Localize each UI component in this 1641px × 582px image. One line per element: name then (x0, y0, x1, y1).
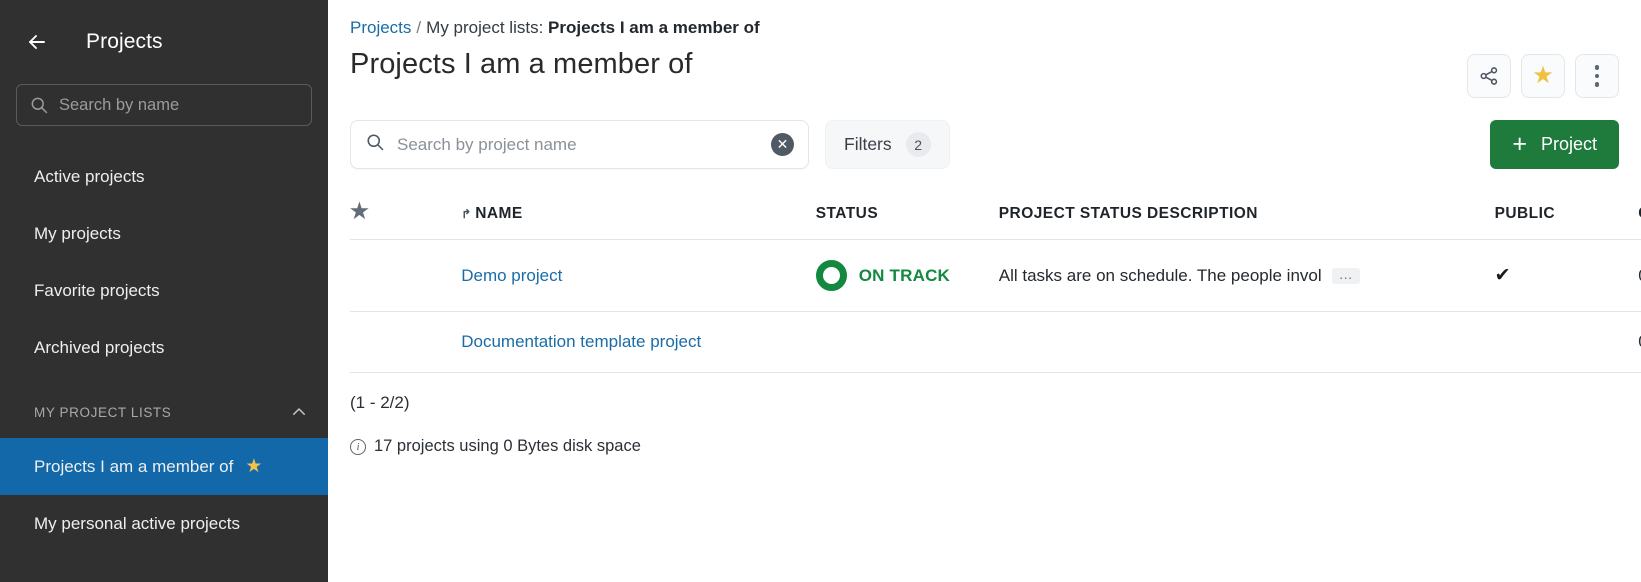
sort-ascending-icon: ↱ (461, 207, 473, 221)
status-description-text: All tasks are on schedule. The people in… (999, 266, 1322, 286)
sidebar-item-label: Archived projects (34, 338, 164, 358)
projects-table: ★ ↱NAME STATUS PROJECT STATUS DESCRIPTIO… (350, 191, 1641, 373)
project-search[interactable]: ✕ (350, 120, 809, 169)
sidebar-section-my-project-lists[interactable]: MY PROJECT LISTS (0, 386, 328, 438)
more-vertical-icon (1595, 65, 1600, 87)
star-icon: ★ (1532, 64, 1554, 88)
new-project-button[interactable]: + Project (1490, 120, 1619, 169)
row-favorite-cell[interactable] (350, 240, 461, 312)
sidebar-item-label: Active projects (34, 167, 145, 187)
column-header-favorite[interactable]: ★ (350, 191, 461, 240)
sidebar-section-label: MY PROJECT LISTS (34, 405, 171, 420)
table-row: Demo project ON TRACK All tasks are on s… (350, 240, 1641, 312)
chevron-up-icon (290, 403, 308, 421)
breadcrumb-separator: / (416, 18, 421, 37)
sidebar-item-archived-projects[interactable]: Archived projects (0, 319, 328, 376)
sidebar-item-my-personal-active-projects[interactable]: My personal active projects (0, 495, 328, 552)
sidebar-item-projects-i-am-a-member-of[interactable]: Projects I am a member of ★ (0, 438, 328, 495)
share-icon (1478, 65, 1500, 87)
breadcrumb-current: Projects I am a member of (548, 18, 760, 37)
breadcrumb: Projects / My project lists: Projects I am… (328, 0, 1641, 38)
row-description-cell: All tasks are on schedule. The people in… (999, 240, 1495, 312)
toolbar: ✕ Filters 2 + Project (328, 120, 1641, 169)
row-name-cell: Demo project (461, 240, 816, 312)
breadcrumb-middle: My project lists: (426, 18, 543, 37)
sidebar-item-label: My projects (34, 224, 121, 244)
header-actions: ★ (1467, 48, 1619, 98)
sidebar-search-input[interactable] (59, 96, 299, 115)
column-header-name-label: NAME (475, 205, 522, 222)
table-header: ★ ↱NAME STATUS PROJECT STATUS DESCRIPTIO… (350, 191, 1641, 240)
projects-table-container: ★ ↱NAME STATUS PROJECT STATUS DESCRIPTIO… (328, 191, 1641, 373)
new-project-label: Project (1541, 134, 1597, 155)
star-icon: ★ (350, 200, 369, 223)
filters-label: Filters (844, 134, 892, 155)
table-header-row: ★ ↱NAME STATUS PROJECT STATUS DESCRIPTIO… (350, 191, 1641, 240)
sidebar-item-my-projects[interactable]: My projects (0, 205, 328, 262)
share-button[interactable] (1467, 54, 1511, 98)
page-header: Projects I am a member of ★ (328, 38, 1641, 98)
sidebar-title: Projects (86, 30, 163, 54)
breadcrumb-link-projects[interactable]: Projects (350, 18, 411, 37)
search-icon (29, 95, 49, 115)
plus-icon: + (1512, 132, 1527, 157)
row-name-cell: Documentation template project (461, 312, 816, 373)
page-title: Projects I am a member of (350, 48, 693, 81)
sidebar-header: Projects (0, 0, 328, 84)
sidebar-item-label: Projects I am a member of (34, 457, 233, 477)
info-icon: i (350, 439, 366, 455)
search-icon (365, 132, 385, 157)
project-link[interactable]: Documentation template project (461, 332, 701, 351)
more-options-button[interactable] (1575, 54, 1619, 98)
row-description-cell (999, 312, 1495, 373)
row-favorite-cell[interactable] (350, 312, 461, 373)
column-header-name[interactable]: ↱NAME (461, 191, 816, 240)
column-header-status[interactable]: STATUS (816, 191, 999, 240)
sidebar-item-active-projects[interactable]: Active projects (0, 148, 328, 205)
sidebar-item-label: Favorite projects (34, 281, 160, 301)
sidebar-item-favorite-projects[interactable]: Favorite projects (0, 262, 328, 319)
sidebar-search[interactable] (16, 84, 312, 126)
column-header-description[interactable]: PROJECT STATUS DESCRIPTION (999, 191, 1495, 240)
disk-usage-text: 17 projects using 0 Bytes disk space (374, 437, 641, 456)
row-status-cell: ON TRACK (816, 240, 999, 312)
status-label: ON TRACK (859, 266, 950, 286)
table-body: Demo project ON TRACK All tasks are on s… (350, 240, 1641, 373)
sidebar-item-label: My personal active projects (34, 514, 240, 534)
row-status-cell (816, 312, 999, 373)
project-link[interactable]: Demo project (461, 266, 562, 285)
sidebar: Projects Active projects My projects Fav… (0, 0, 328, 582)
app-root: Projects Active projects My projects Fav… (0, 0, 1641, 582)
sidebar-nav: Active projects My projects Favorite pro… (0, 148, 328, 552)
pagination-count: (1 - 2/2) (350, 393, 410, 413)
table-footer: (1 - 2/2) Per page: 20 100 i 17 projects… (328, 389, 1641, 456)
back-arrow-icon[interactable] (20, 25, 54, 59)
table-row: Documentation template project 06/10/202 (350, 312, 1641, 373)
filters-button[interactable]: Filters 2 (825, 120, 950, 169)
clear-search-icon[interactable]: ✕ (771, 133, 794, 156)
checkmark-icon: ✔ (1495, 265, 1511, 286)
project-search-input[interactable] (397, 135, 771, 155)
disk-usage-info: i 17 projects using 0 Bytes disk space (350, 437, 1641, 456)
expand-description-button[interactable]: … (1332, 268, 1360, 284)
main-content: Projects / My project lists: Projects I am… (328, 0, 1641, 582)
favorite-button[interactable]: ★ (1521, 54, 1565, 98)
star-icon: ★ (245, 457, 262, 476)
status-indicator-icon (816, 260, 847, 291)
row-public-cell: ✔ (1495, 240, 1639, 312)
column-header-public[interactable]: PUBLIC (1495, 191, 1639, 240)
filters-count-badge: 2 (906, 132, 931, 157)
row-public-cell (1495, 312, 1639, 373)
